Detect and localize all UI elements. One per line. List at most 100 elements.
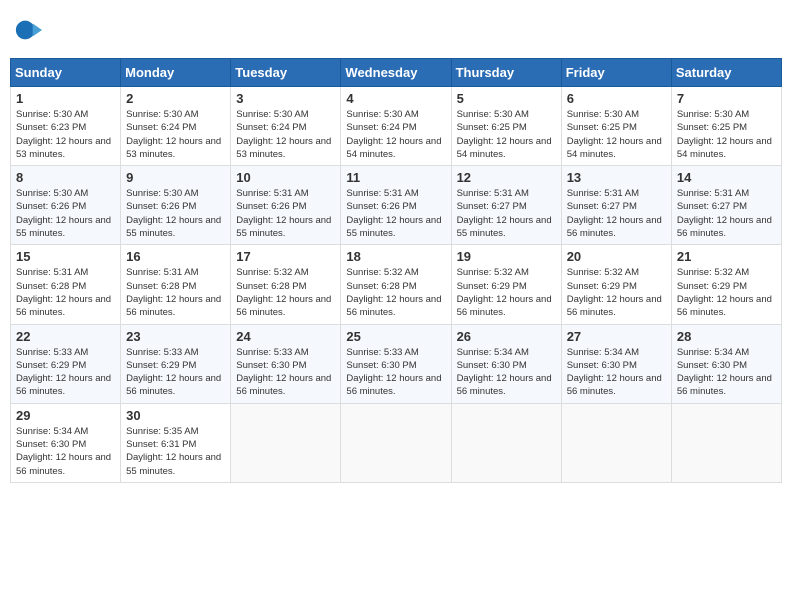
header-wednesday: Wednesday	[341, 59, 451, 87]
day-number: 2	[126, 91, 225, 106]
day-number: 14	[677, 170, 776, 185]
day-number: 6	[567, 91, 666, 106]
calendar-cell: 14 Sunrise: 5:31 AMSunset: 6:27 PMDaylig…	[671, 166, 781, 245]
day-number: 12	[457, 170, 556, 185]
day-number: 26	[457, 329, 556, 344]
calendar-cell: 15 Sunrise: 5:31 AMSunset: 6:28 PMDaylig…	[11, 245, 121, 324]
day-info: Sunrise: 5:30 AMSunset: 6:24 PMDaylight:…	[346, 108, 445, 161]
calendar-week-1: 1 Sunrise: 5:30 AMSunset: 6:23 PMDayligh…	[11, 87, 782, 166]
calendar-cell: 18 Sunrise: 5:32 AMSunset: 6:28 PMDaylig…	[341, 245, 451, 324]
page-header	[10, 10, 782, 50]
day-number: 24	[236, 329, 335, 344]
day-info: Sunrise: 5:32 AMSunset: 6:28 PMDaylight:…	[236, 266, 335, 319]
day-info: Sunrise: 5:32 AMSunset: 6:28 PMDaylight:…	[346, 266, 445, 319]
calendar-cell: 8 Sunrise: 5:30 AMSunset: 6:26 PMDayligh…	[11, 166, 121, 245]
calendar-cell: 11 Sunrise: 5:31 AMSunset: 6:26 PMDaylig…	[341, 166, 451, 245]
day-info: Sunrise: 5:32 AMSunset: 6:29 PMDaylight:…	[457, 266, 556, 319]
day-number: 8	[16, 170, 115, 185]
calendar-week-4: 22 Sunrise: 5:33 AMSunset: 6:29 PMDaylig…	[11, 324, 782, 403]
day-info: Sunrise: 5:30 AMSunset: 6:24 PMDaylight:…	[126, 108, 225, 161]
day-number: 16	[126, 249, 225, 264]
calendar-cell: 23 Sunrise: 5:33 AMSunset: 6:29 PMDaylig…	[121, 324, 231, 403]
day-info: Sunrise: 5:34 AMSunset: 6:30 PMDaylight:…	[457, 346, 556, 399]
calendar-cell: 17 Sunrise: 5:32 AMSunset: 6:28 PMDaylig…	[231, 245, 341, 324]
day-number: 15	[16, 249, 115, 264]
day-number: 23	[126, 329, 225, 344]
day-info: Sunrise: 5:33 AMSunset: 6:29 PMDaylight:…	[16, 346, 115, 399]
header-friday: Friday	[561, 59, 671, 87]
calendar-cell: 12 Sunrise: 5:31 AMSunset: 6:27 PMDaylig…	[451, 166, 561, 245]
logo-icon	[14, 16, 42, 44]
calendar-cell: 10 Sunrise: 5:31 AMSunset: 6:26 PMDaylig…	[231, 166, 341, 245]
day-info: Sunrise: 5:31 AMSunset: 6:27 PMDaylight:…	[677, 187, 776, 240]
day-info: Sunrise: 5:34 AMSunset: 6:30 PMDaylight:…	[16, 425, 115, 478]
calendar-week-5: 29 Sunrise: 5:34 AMSunset: 6:30 PMDaylig…	[11, 403, 782, 482]
calendar-cell	[451, 403, 561, 482]
calendar-cell: 30 Sunrise: 5:35 AMSunset: 6:31 PMDaylig…	[121, 403, 231, 482]
calendar-cell: 26 Sunrise: 5:34 AMSunset: 6:30 PMDaylig…	[451, 324, 561, 403]
calendar-cell: 13 Sunrise: 5:31 AMSunset: 6:27 PMDaylig…	[561, 166, 671, 245]
day-number: 22	[16, 329, 115, 344]
day-number: 30	[126, 408, 225, 423]
calendar-cell: 29 Sunrise: 5:34 AMSunset: 6:30 PMDaylig…	[11, 403, 121, 482]
day-number: 3	[236, 91, 335, 106]
day-number: 4	[346, 91, 445, 106]
day-info: Sunrise: 5:34 AMSunset: 6:30 PMDaylight:…	[677, 346, 776, 399]
day-info: Sunrise: 5:35 AMSunset: 6:31 PMDaylight:…	[126, 425, 225, 478]
calendar-cell: 3 Sunrise: 5:30 AMSunset: 6:24 PMDayligh…	[231, 87, 341, 166]
calendar-header-row: Sunday Monday Tuesday Wednesday Thursday…	[11, 59, 782, 87]
day-info: Sunrise: 5:31 AMSunset: 6:27 PMDaylight:…	[567, 187, 666, 240]
day-info: Sunrise: 5:34 AMSunset: 6:30 PMDaylight:…	[567, 346, 666, 399]
calendar-cell: 27 Sunrise: 5:34 AMSunset: 6:30 PMDaylig…	[561, 324, 671, 403]
day-number: 17	[236, 249, 335, 264]
day-info: Sunrise: 5:31 AMSunset: 6:28 PMDaylight:…	[126, 266, 225, 319]
day-number: 21	[677, 249, 776, 264]
day-info: Sunrise: 5:33 AMSunset: 6:30 PMDaylight:…	[346, 346, 445, 399]
day-info: Sunrise: 5:30 AMSunset: 6:25 PMDaylight:…	[457, 108, 556, 161]
day-info: Sunrise: 5:30 AMSunset: 6:25 PMDaylight:…	[567, 108, 666, 161]
calendar-cell: 9 Sunrise: 5:30 AMSunset: 6:26 PMDayligh…	[121, 166, 231, 245]
calendar-cell: 19 Sunrise: 5:32 AMSunset: 6:29 PMDaylig…	[451, 245, 561, 324]
calendar-cell: 24 Sunrise: 5:33 AMSunset: 6:30 PMDaylig…	[231, 324, 341, 403]
header-saturday: Saturday	[671, 59, 781, 87]
calendar-cell	[561, 403, 671, 482]
calendar-cell: 1 Sunrise: 5:30 AMSunset: 6:23 PMDayligh…	[11, 87, 121, 166]
day-number: 11	[346, 170, 445, 185]
calendar-cell: 22 Sunrise: 5:33 AMSunset: 6:29 PMDaylig…	[11, 324, 121, 403]
day-number: 13	[567, 170, 666, 185]
day-number: 7	[677, 91, 776, 106]
day-number: 27	[567, 329, 666, 344]
calendar-cell	[671, 403, 781, 482]
calendar-cell: 20 Sunrise: 5:32 AMSunset: 6:29 PMDaylig…	[561, 245, 671, 324]
day-info: Sunrise: 5:30 AMSunset: 6:23 PMDaylight:…	[16, 108, 115, 161]
calendar-cell: 2 Sunrise: 5:30 AMSunset: 6:24 PMDayligh…	[121, 87, 231, 166]
day-info: Sunrise: 5:31 AMSunset: 6:28 PMDaylight:…	[16, 266, 115, 319]
day-number: 9	[126, 170, 225, 185]
day-number: 1	[16, 91, 115, 106]
calendar-cell	[341, 403, 451, 482]
day-info: Sunrise: 5:31 AMSunset: 6:27 PMDaylight:…	[457, 187, 556, 240]
day-info: Sunrise: 5:30 AMSunset: 6:26 PMDaylight:…	[126, 187, 225, 240]
calendar-cell: 21 Sunrise: 5:32 AMSunset: 6:29 PMDaylig…	[671, 245, 781, 324]
day-info: Sunrise: 5:33 AMSunset: 6:30 PMDaylight:…	[236, 346, 335, 399]
header-thursday: Thursday	[451, 59, 561, 87]
day-info: Sunrise: 5:30 AMSunset: 6:26 PMDaylight:…	[16, 187, 115, 240]
calendar-week-2: 8 Sunrise: 5:30 AMSunset: 6:26 PMDayligh…	[11, 166, 782, 245]
calendar-cell: 7 Sunrise: 5:30 AMSunset: 6:25 PMDayligh…	[671, 87, 781, 166]
header-tuesday: Tuesday	[231, 59, 341, 87]
day-info: Sunrise: 5:31 AMSunset: 6:26 PMDaylight:…	[346, 187, 445, 240]
calendar-cell: 25 Sunrise: 5:33 AMSunset: 6:30 PMDaylig…	[341, 324, 451, 403]
day-number: 5	[457, 91, 556, 106]
day-number: 20	[567, 249, 666, 264]
day-info: Sunrise: 5:32 AMSunset: 6:29 PMDaylight:…	[567, 266, 666, 319]
day-info: Sunrise: 5:30 AMSunset: 6:25 PMDaylight:…	[677, 108, 776, 161]
calendar-week-3: 15 Sunrise: 5:31 AMSunset: 6:28 PMDaylig…	[11, 245, 782, 324]
calendar-cell: 28 Sunrise: 5:34 AMSunset: 6:30 PMDaylig…	[671, 324, 781, 403]
day-number: 18	[346, 249, 445, 264]
day-info: Sunrise: 5:30 AMSunset: 6:24 PMDaylight:…	[236, 108, 335, 161]
day-info: Sunrise: 5:33 AMSunset: 6:29 PMDaylight:…	[126, 346, 225, 399]
header-monday: Monday	[121, 59, 231, 87]
day-number: 29	[16, 408, 115, 423]
day-info: Sunrise: 5:32 AMSunset: 6:29 PMDaylight:…	[677, 266, 776, 319]
logo	[14, 16, 44, 44]
